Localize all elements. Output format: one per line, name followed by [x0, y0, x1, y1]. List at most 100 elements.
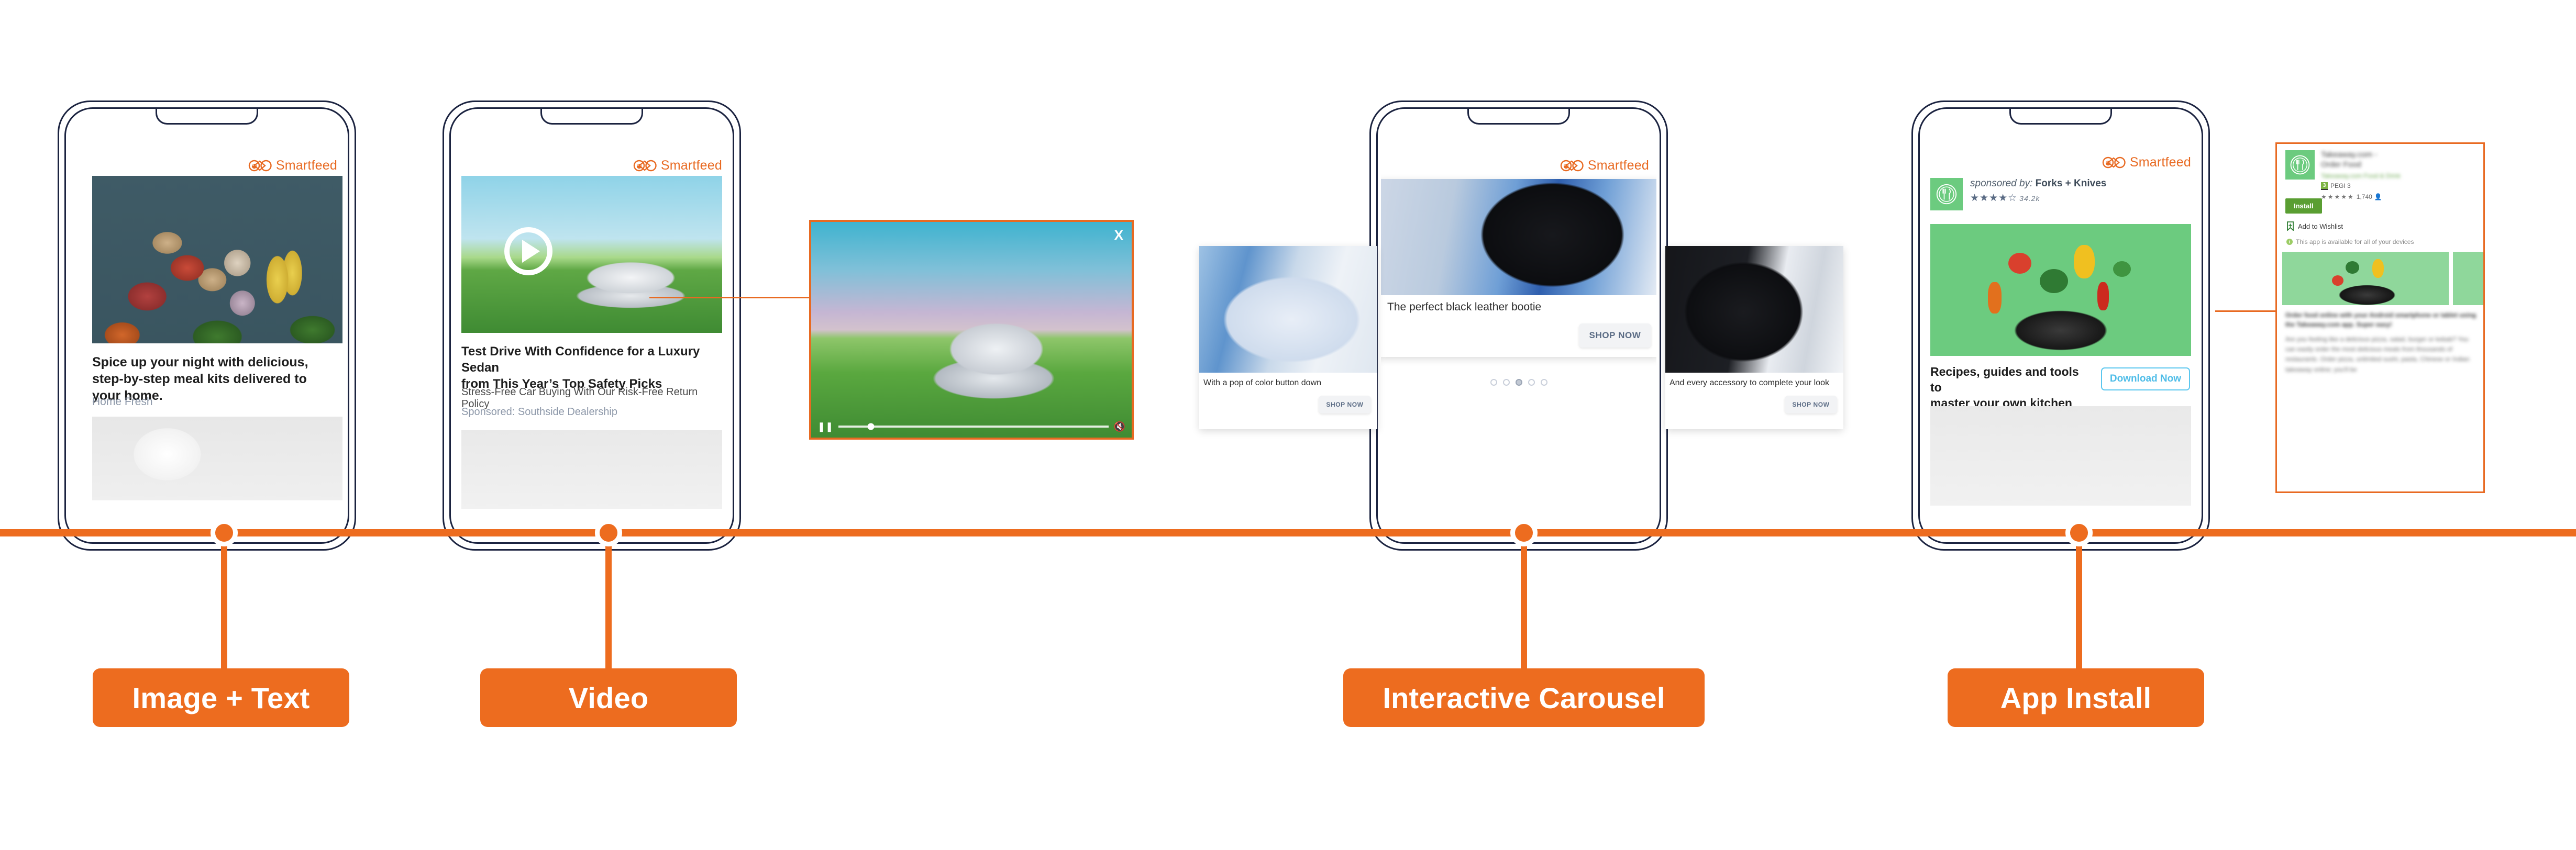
carousel-card-right[interactable]: And every accessory to complete your loo… — [1665, 246, 1843, 429]
store-title-block: Takeaway.com - Order Food Takeaway.com F… — [2321, 150, 2401, 200]
phone-notch — [540, 109, 643, 125]
fork-knife-plate-glyph — [2290, 155, 2310, 175]
pegi-rating: 3 PEGI 3 — [2321, 182, 2401, 190]
carousel-dot-active[interactable] — [1515, 379, 1522, 386]
carousel-dots[interactable] — [1381, 379, 1656, 386]
car-image — [571, 258, 691, 311]
shop-now-button[interactable]: SHOP NOW — [1319, 396, 1371, 413]
carousel-dot[interactable] — [1540, 379, 1547, 386]
screenshot-thumb[interactable] — [2282, 252, 2449, 305]
play-icon[interactable] — [504, 227, 552, 275]
video-ad-sponsor: Sponsored: Southside Dealership — [461, 406, 617, 418]
store-header: Takeaway.com - Order Food Takeaway.com F… — [2285, 150, 2401, 200]
pegi-label: PEGI 3 — [2330, 182, 2351, 189]
pause-icon[interactable]: ❚❚ — [817, 422, 833, 431]
vegetable-pepper — [2073, 245, 2095, 279]
label-interactive-carousel[interactable]: Interactive Carousel — [1343, 668, 1705, 727]
infographic-canvas: Smartfeed Spice up your night with delic… — [0, 0, 2576, 850]
smartfeed-logo-text: Smartfeed — [2129, 155, 2191, 170]
vegetable-chili — [2097, 282, 2109, 310]
add-to-wishlist-button[interactable]: Add to Wishlist — [2286, 221, 2343, 231]
ad-brand-name: Home Fresh — [92, 396, 153, 408]
smartfeed-logo: Smartfeed — [633, 158, 722, 173]
smartfeed-logo: Smartfeed — [248, 158, 337, 173]
next-feed-item-placeholder — [92, 417, 342, 500]
next-feed-item-placeholder — [461, 430, 722, 509]
availability-label: This app is available for all of your de… — [2296, 238, 2414, 245]
wishlist-label: Add to Wishlist — [2298, 222, 2343, 230]
phone-image-text: Smartfeed Spice up your night with delic… — [58, 100, 356, 551]
label-app-install[interactable]: App Install — [1948, 668, 2204, 727]
phone-carousel: Smartfeed The perfect black leather boot… — [1369, 100, 1668, 551]
timeline-node-image-text[interactable] — [211, 519, 238, 546]
phone-bezel-inner: Smartfeed Test Drive With Confidence for… — [449, 107, 734, 544]
screenshot-strip[interactable] — [2282, 252, 2483, 305]
app-sponsor-row: sponsored by: Forks + Knives ★★★★☆ 34.2k — [1930, 178, 2106, 210]
phone-notch — [2009, 109, 2112, 125]
video-player-panel[interactable]: X ❚❚ 🔇 — [809, 220, 1134, 440]
fork-knife-plate-glyph — [1936, 184, 1957, 205]
carousel-dot[interactable] — [1528, 379, 1535, 386]
smartfeed-logo: Smartfeed — [2102, 155, 2191, 170]
rating-count: 1,740 — [2356, 193, 2372, 200]
phone-bezel-inner: Smartfeed Spice up your night with delic… — [64, 107, 349, 544]
mute-icon[interactable]: 🔇 — [1114, 422, 1125, 431]
sponsored-prefix: sponsored by: — [1970, 178, 2036, 189]
app-developer: Takeaway.com Food & Drink — [2321, 172, 2401, 180]
car-image — [926, 321, 1062, 404]
star-rating-icon: ★★★★☆ — [1970, 193, 2018, 204]
label-image-text[interactable]: Image + Text — [93, 668, 349, 727]
phone-video: Smartfeed Test Drive With Confidence for… — [443, 100, 741, 551]
app-sponsor-info: sponsored by: Forks + Knives ★★★★☆ 34.2k — [1970, 178, 2106, 204]
video-headline-line1: Test Drive With Confidence for a Luxury … — [461, 344, 700, 375]
app-description: Order food online with your Android smar… — [2285, 310, 2478, 375]
info-icon: i — [2286, 239, 2293, 245]
smartfeed-logo-text: Smartfeed — [660, 158, 722, 173]
carousel-dot[interactable] — [1502, 379, 1510, 386]
video-controls[interactable]: ❚❚ 🔇 — [811, 421, 1132, 432]
carousel-card-center[interactable]: The perfect black leather bootie SHOP NO… — [1381, 179, 1656, 357]
timeline-stem-4 — [2076, 533, 2082, 669]
video-ad-headline: Test Drive With Confidence for a Luxury … — [461, 343, 724, 393]
store-rating: ★★★★★ 1,740 👤 — [2321, 193, 2401, 200]
timeline-node-video[interactable] — [595, 519, 622, 546]
shop-now-button[interactable]: SHOP NOW — [1785, 396, 1837, 413]
smartfeed-logo-text: Smartfeed — [275, 158, 337, 173]
availability-note: i This app is available for all of your … — [2286, 238, 2414, 245]
video-progress-track[interactable] — [838, 423, 1109, 430]
timeline-node-carousel[interactable] — [1510, 519, 1538, 546]
close-icon[interactable]: X — [1114, 227, 1123, 243]
app-headline-line1: Recipes, guides and tools to — [1930, 365, 2079, 394]
app-store-detail-panel[interactable]: Takeaway.com - Order Food Takeaway.com F… — [2275, 142, 2485, 493]
label-video[interactable]: Video — [480, 668, 737, 727]
timeline-node-app-install[interactable] — [2065, 519, 2093, 546]
shop-now-button[interactable]: SHOP NOW — [1579, 323, 1651, 348]
carousel-card-image — [1199, 246, 1377, 373]
carousel-card-image — [1381, 179, 1656, 295]
smartfeed-logo-text: Smartfeed — [1587, 158, 1649, 173]
frying-pan-image — [2329, 283, 2406, 305]
phone-bezel-inner: Smartfeed sponsored by: Forks + Knives ★… — [1918, 107, 2203, 544]
timeline-stem-2 — [605, 533, 612, 669]
phone-screen: Smartfeed Spice up your night with delic… — [69, 134, 345, 540]
video-progress-knob[interactable] — [867, 423, 875, 430]
screenshot-thumb[interactable] — [2453, 252, 2483, 305]
install-button[interactable]: Install — [2285, 198, 2322, 214]
pegi-badge-icon: 3 — [2321, 182, 2328, 190]
smartfeed-logo: Smartfeed — [1560, 158, 1649, 173]
carousel-card-caption: And every accessory to complete your loo… — [1670, 378, 1830, 387]
phone-bezel-inner: Smartfeed The perfect black leather boot… — [1376, 107, 1661, 544]
smartfeed-mark-icon — [248, 160, 272, 172]
download-now-button[interactable]: Download Now — [2100, 367, 2190, 390]
vegetable-herb — [2113, 261, 2131, 277]
phone-notch — [1467, 109, 1570, 125]
frying-pan-image — [1998, 306, 2124, 351]
video-thumbnail[interactable] — [461, 176, 722, 333]
phone-screen: Smartfeed Test Drive With Confidence for… — [454, 134, 729, 540]
vegetable-broccoli — [2040, 269, 2069, 293]
carousel-card-left[interactable]: With a pop of color button down SHOP NOW — [1199, 246, 1377, 429]
carousel-dot[interactable] — [1490, 379, 1497, 386]
ad-headline-line1: Spice up your night with delicious, — [92, 355, 308, 370]
person-icon: 👤 — [2374, 193, 2382, 200]
description-heading: Order food online with your Android smar… — [2285, 311, 2477, 328]
